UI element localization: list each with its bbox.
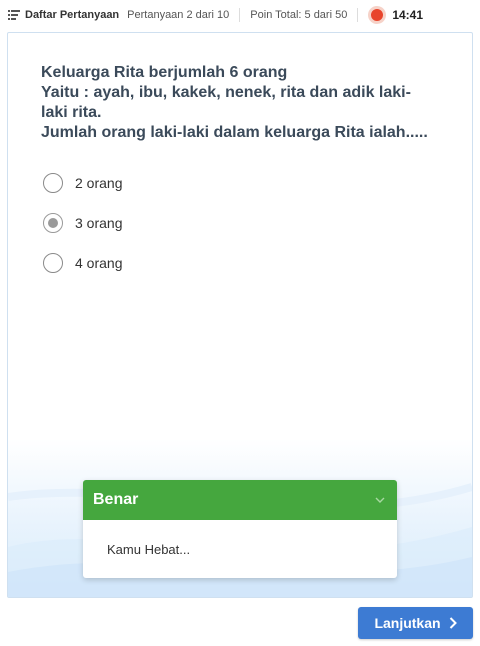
question-index: Pertanyaan 2 dari 10: [127, 9, 230, 21]
divider: [357, 8, 359, 22]
answer-option[interactable]: 3 orang: [43, 213, 122, 233]
question-line: Yaitu : ayah, ibu, kakek, nenek, rita da…: [41, 84, 411, 101]
next-button[interactable]: Lanjutkan: [358, 607, 473, 639]
chevron-down-icon[interactable]: [375, 495, 385, 505]
question-line: Jumlah orang laki-laki dalam keluarga Ri…: [41, 124, 428, 141]
total-points: Poin Total: 5 dari 50: [250, 9, 348, 21]
timer-value: 14:41: [392, 8, 424, 22]
feedback-message: Kamu Hebat...: [107, 542, 191, 557]
answer-label: 2 orang: [75, 175, 123, 191]
feedback-title: Benar: [93, 491, 139, 508]
next-button-label: Lanjutkan: [374, 615, 441, 631]
timer-dot-icon: [368, 6, 387, 24]
top-bar: Daftar Pertanyaan Pertanyaan 2 dari 10 P…: [0, 0, 480, 30]
radio-button-selected[interactable]: [43, 213, 63, 233]
question-list-button[interactable]: Daftar Pertanyaan: [8, 9, 119, 21]
answer-option[interactable]: 4 orang: [43, 253, 122, 273]
list-icon: [8, 10, 20, 20]
radio-button[interactable]: [43, 173, 63, 193]
divider: [239, 8, 241, 22]
question-line: Keluarga Rita berjumlah 6 orang: [41, 64, 288, 81]
timer: 14:41: [368, 6, 423, 24]
question-line: laki rita.: [41, 104, 102, 121]
question-text: Keluarga Rita berjumlah 6 orang Yaitu : …: [41, 63, 451, 143]
question-list-label: Daftar Pertanyaan: [25, 9, 120, 21]
feedback-popup: Benar Kamu Hebat...: [83, 480, 397, 578]
chevron-right-icon: [449, 617, 457, 629]
answer-label: 4 orang: [75, 255, 123, 271]
answer-options: 2 orang 3 orang 4 orang: [43, 173, 122, 293]
feedback-header[interactable]: Benar: [83, 480, 397, 520]
radio-button[interactable]: [43, 253, 63, 273]
answer-option[interactable]: 2 orang: [43, 173, 122, 193]
answer-label: 3 orang: [75, 215, 123, 231]
